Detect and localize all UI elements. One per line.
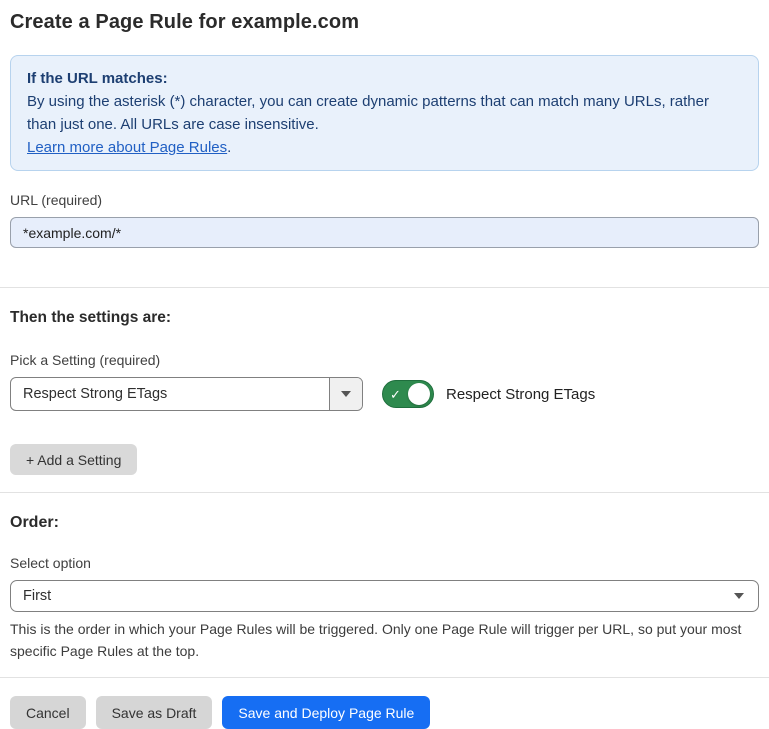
save-deploy-button[interactable]: Save and Deploy Page Rule: [222, 696, 430, 729]
learn-more-link[interactable]: Learn more about Page Rules: [27, 139, 227, 156]
info-box-link-line: Learn more about Page Rules.: [27, 136, 742, 159]
chevron-down-icon: [341, 391, 351, 397]
order-select[interactable]: First: [10, 580, 759, 612]
check-icon: ✓: [390, 388, 401, 401]
url-field-label: URL (required): [10, 192, 759, 209]
save-draft-button[interactable]: Save as Draft: [96, 696, 213, 729]
order-help-text: This is the order in which your Page Rul…: [10, 618, 759, 662]
url-matches-info-box: If the URL matches: By using the asteris…: [10, 55, 759, 171]
setting-select-arrow-button[interactable]: [329, 378, 362, 410]
toggle-knob: [408, 383, 430, 405]
link-suffix: .: [227, 139, 231, 156]
setting-select[interactable]: Respect Strong ETags: [10, 377, 363, 411]
setting-select-value: Respect Strong ETags: [11, 378, 329, 410]
setting-row: Respect Strong ETags ✓ Respect Strong ET…: [10, 377, 759, 411]
footer-divider: [0, 677, 769, 678]
add-setting-button[interactable]: + Add a Setting: [10, 444, 137, 475]
order-section-heading: Order:: [10, 514, 759, 531]
info-box-body: By using the asterisk (*) character, you…: [27, 90, 742, 136]
order-select-label: Select option: [10, 555, 759, 572]
chevron-down-icon: [734, 593, 744, 599]
section-divider: [0, 287, 769, 288]
cancel-button[interactable]: Cancel: [10, 696, 86, 729]
page-rule-form: Create a Page Rule for example.com If th…: [0, 0, 769, 729]
info-box-heading: If the URL matches:: [27, 67, 742, 90]
respect-strong-etags-toggle[interactable]: ✓: [382, 380, 434, 408]
settings-section-heading: Then the settings are:: [10, 309, 759, 326]
order-select-value: First: [23, 588, 734, 604]
page-title: Create a Page Rule for example.com: [10, 9, 759, 35]
url-input[interactable]: [10, 217, 759, 248]
section-divider: [0, 492, 769, 493]
toggle-label: Respect Strong ETags: [446, 386, 595, 403]
pick-setting-label: Pick a Setting (required): [10, 352, 759, 369]
footer-actions: Cancel Save as Draft Save and Deploy Pag…: [10, 696, 759, 729]
